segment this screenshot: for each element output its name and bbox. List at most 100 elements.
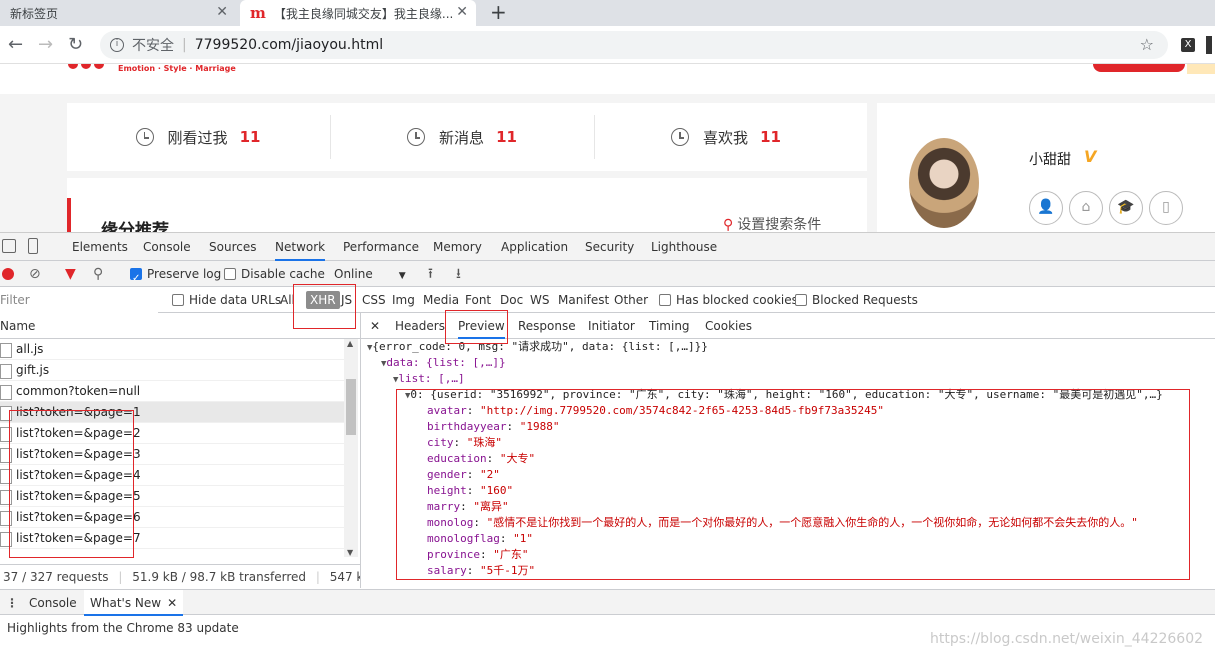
stat-viewed-me[interactable]: 刚看过我 11 (67, 103, 329, 171)
filter-type-css[interactable]: CSS (362, 287, 386, 313)
search-settings-link[interactable]: ⚲ 设置搜索条件 (723, 214, 821, 232)
close-icon[interactable]: ✕ (216, 4, 228, 20)
tab-performance[interactable]: Performance (343, 233, 419, 261)
checkbox-icon (224, 268, 236, 280)
tab-response[interactable]: Response (518, 313, 576, 339)
tab-lighthouse[interactable]: Lighthouse (651, 233, 717, 261)
tab-initiator[interactable]: Initiator (588, 313, 635, 339)
tab-security[interactable]: Security (585, 233, 634, 261)
request-row[interactable]: common?token=null (0, 381, 344, 402)
hide-data-urls-checkbox[interactable]: Hide data URLs (172, 287, 281, 313)
download-icon[interactable]: ⭳ (456, 261, 461, 287)
network-filter-bar: Filter Hide data URLs All XHR JS CSS Img… (0, 287, 1215, 313)
filter-type-other[interactable]: Other (614, 287, 648, 313)
scroll-down-icon[interactable]: ▼ (347, 548, 353, 557)
has-blocked-cookies-label: Has blocked cookies (676, 293, 798, 307)
upload-icon[interactable]: ⭱ (428, 261, 433, 287)
filter-input[interactable]: Filter (0, 287, 158, 313)
json-root-text: {error_code: 0, msg: "请求成功", data: {list… (372, 340, 708, 353)
drawer-tab-whats-new[interactable]: What's New ✕ (84, 590, 184, 616)
devtools-main-tabs: Elements Console Sources Network Perform… (0, 233, 1215, 261)
back-arrow-icon[interactable]: ← (8, 34, 23, 55)
search-icon[interactable]: ⚲ (93, 261, 103, 287)
close-icon[interactable]: ✕ (370, 313, 380, 339)
bookmark-star-icon[interactable]: ☆ (1140, 35, 1154, 54)
request-list-scrollbar[interactable]: ▲ ▼ (344, 339, 358, 557)
url-input[interactable]: i 不安全 | 7799520.com/jiaoyou.html ☆ (100, 31, 1168, 59)
close-icon[interactable]: ✕ (167, 596, 177, 610)
hide-data-urls-label: Hide data URLs (189, 293, 282, 307)
chevron-down-icon: ▼ (398, 271, 406, 281)
filter-icon[interactable]: ▼ (65, 261, 76, 287)
clock-icon (135, 128, 154, 146)
stat-label: 喜欢我 (703, 128, 749, 147)
avatar[interactable] (909, 138, 979, 228)
house-icon[interactable]: ⌂ (1069, 191, 1103, 225)
scrollbar-thumb[interactable] (346, 379, 356, 435)
forward-arrow-icon[interactable]: → (38, 34, 53, 55)
filter-type-img[interactable]: Img (392, 287, 415, 313)
promo-banner[interactable] (1187, 64, 1215, 74)
network-toolbar: ⊘ ▼ ⚲ Preserve log Disable cache Online ▼… (0, 261, 1215, 292)
profile-card: 小甜甜 V 👤 ⌂ 🎓 ▯ (877, 103, 1215, 232)
throttle-value: Online (334, 267, 373, 281)
vip-badge-icon: V (1084, 147, 1097, 166)
stat-label: 新消息 (439, 128, 485, 147)
close-icon[interactable]: ✕ (456, 4, 468, 20)
browser-tab-newtab[interactable]: 新标签页 ✕ (0, 0, 236, 26)
tab-timing[interactable]: Timing (649, 313, 690, 339)
inspect-element-icon[interactable] (2, 239, 16, 253)
blocked-requests-checkbox[interactable]: Blocked Requests (795, 287, 918, 313)
annotation-box (293, 284, 356, 329)
filter-type-manifest[interactable]: Manifest (558, 287, 609, 313)
filter-type-ws[interactable]: WS (530, 287, 549, 313)
user-icon[interactable]: 👤 (1029, 191, 1063, 225)
recommend-section: 缘分推荐 ⚲ 设置搜索条件 (67, 178, 867, 232)
tab-application[interactable]: Application (501, 233, 568, 261)
checkbox-icon (659, 294, 671, 306)
tab-headers[interactable]: Headers (395, 313, 445, 339)
browser-tab-active[interactable]: m 【我主良缘同城交友】我主良缘... ✕ (240, 0, 476, 26)
promo-banner[interactable] (1093, 64, 1185, 72)
info-icon[interactable]: i (110, 38, 124, 52)
tab-network[interactable]: Network (275, 233, 326, 261)
extension-icon[interactable]: X (1181, 38, 1195, 52)
request-row[interactable]: all.js (0, 339, 344, 360)
disable-cache-label: Disable cache (241, 267, 325, 281)
site-logo[interactable] (68, 64, 112, 70)
kebab-menu-icon[interactable]: ⋮ (6, 590, 18, 616)
new-tab-plus-icon[interactable]: + (490, 0, 507, 24)
reload-icon[interactable]: ↻ (68, 34, 83, 55)
browser-tab-bar: 新标签页 ✕ m 【我主良缘同城交友】我主良缘... ✕ + (0, 0, 1215, 26)
tab-memory[interactable]: Memory (433, 233, 482, 261)
preserve-log-checkbox[interactable]: Preserve log (130, 261, 222, 292)
device-toolbar-icon[interactable] (28, 238, 38, 254)
json-list-line[interactable]: ▼list: [,…] (361, 371, 1215, 387)
has-blocked-cookies-checkbox[interactable]: Has blocked cookies (659, 287, 798, 313)
status-resources: 547 kB / 125 M (329, 570, 360, 584)
divider: | (182, 37, 187, 53)
tab-sources[interactable]: Sources (209, 233, 256, 261)
tab-cookies[interactable]: Cookies (705, 313, 752, 339)
checkbox-icon (795, 294, 807, 306)
scroll-up-icon[interactable]: ▲ (347, 339, 353, 348)
site-header: Emotion · Style · Marriage (0, 64, 1215, 94)
phone-icon[interactable]: ▯ (1149, 191, 1183, 225)
record-icon[interactable] (2, 268, 14, 280)
clock-icon (671, 128, 690, 146)
tab-elements[interactable]: Elements (72, 233, 128, 261)
json-data-line[interactable]: ▼data: {list: [,…]} (361, 355, 1215, 371)
clear-icon[interactable]: ⊘ (29, 261, 41, 287)
graduation-cap-icon[interactable]: 🎓 (1109, 191, 1143, 225)
drawer-tab-console[interactable]: Console (29, 590, 77, 616)
stat-likes-me[interactable]: 喜欢我 11 (595, 103, 857, 171)
tab-console[interactable]: Console (143, 233, 191, 261)
profile-name[interactable]: 小甜甜 (1029, 149, 1071, 169)
stat-new-messages[interactable]: 新消息 11 (331, 103, 593, 171)
preserve-log-label: Preserve log (147, 267, 222, 281)
drawer-tabs: ⋮ Console What's New ✕ (0, 589, 1215, 616)
address-bar: ← → ↻ i 不安全 | 7799520.com/jiaoyou.html ☆… (0, 26, 1215, 64)
request-row[interactable]: gift.js (0, 360, 344, 381)
tab-title: 新标签页 (10, 6, 59, 21)
extension-icon[interactable] (1206, 36, 1212, 54)
